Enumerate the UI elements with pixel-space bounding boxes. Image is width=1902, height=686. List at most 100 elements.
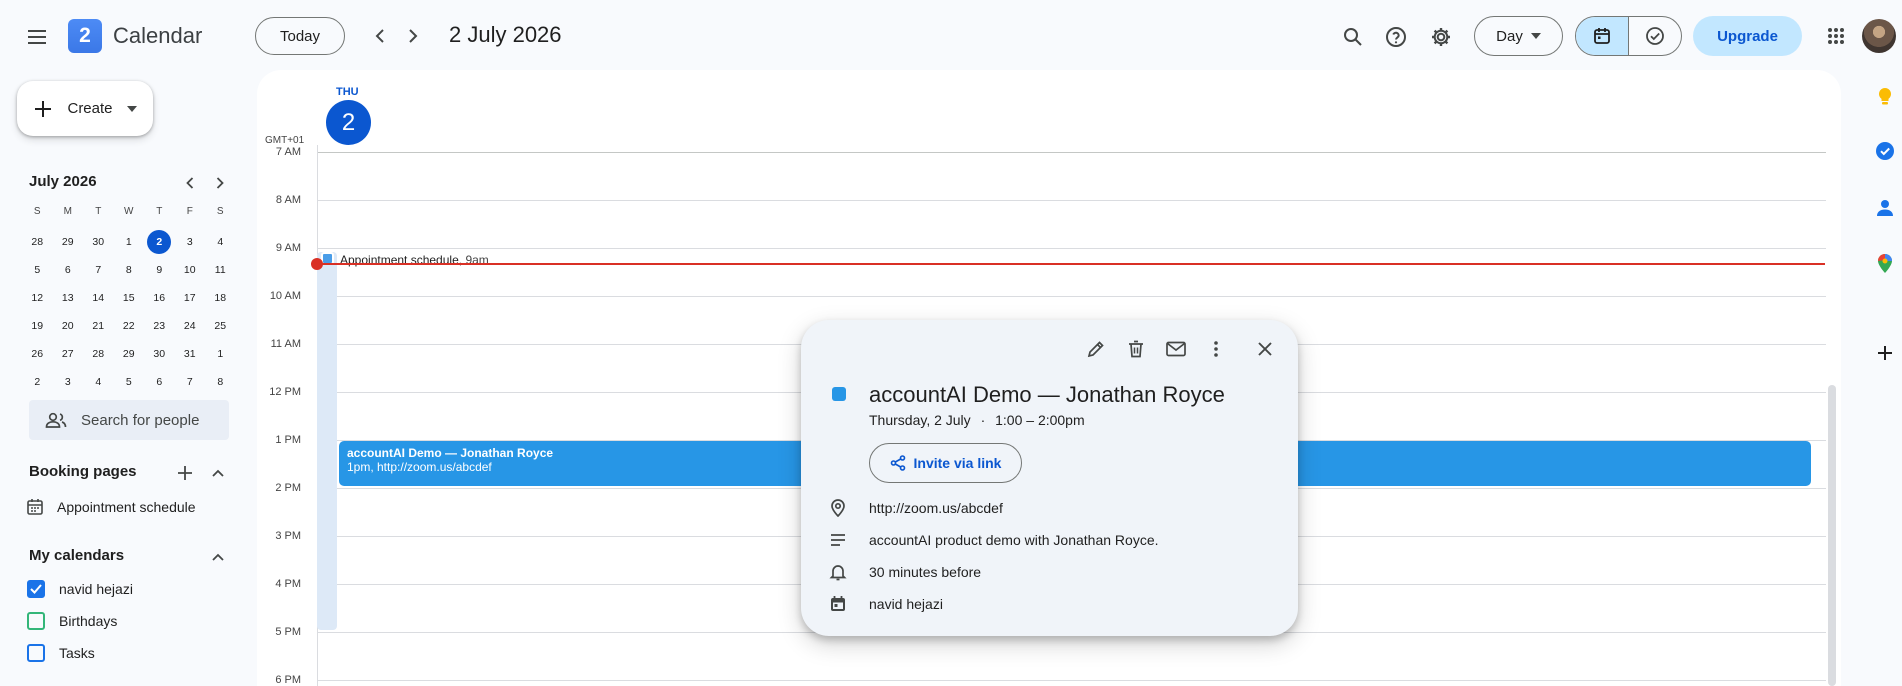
share-icon [890,455,905,471]
mini-day[interactable]: 9 [144,256,175,284]
mini-day[interactable]: 6 [53,256,84,284]
mini-day[interactable]: 28 [22,228,53,256]
upgrade-button[interactable]: Upgrade [1693,16,1802,56]
create-button[interactable]: Create [17,81,153,136]
mini-day[interactable]: 1 [114,228,145,256]
calendar-view-button[interactable] [1576,17,1629,55]
calendar-item[interactable]: Birthdays [27,612,117,630]
mini-day-number: 12 [31,292,44,304]
mini-prev-month-button[interactable] [178,171,202,195]
mini-day[interactable]: 2 [22,368,53,396]
mini-day[interactable]: 23 [144,312,175,340]
mini-day[interactable]: 2 [144,228,175,256]
mini-day[interactable]: 30 [144,340,175,368]
mini-day[interactable]: 4 [83,368,114,396]
mini-day[interactable]: 10 [175,256,206,284]
current-date-title: 2 July 2026 [449,22,562,47]
email-guests-button[interactable] [1159,332,1193,366]
settings-button[interactable] [1424,20,1458,54]
calendar-logo[interactable]: 2 [68,19,102,53]
calendar-checkbox[interactable] [27,644,45,662]
mini-day[interactable]: 22 [114,312,145,340]
mini-day[interactable]: 8 [205,368,236,396]
account-avatar[interactable] [1862,19,1896,53]
mini-day[interactable]: 20 [53,312,84,340]
tasks-button[interactable] [1872,138,1898,164]
calendar-item[interactable]: Tasks [27,644,95,662]
popup-location[interactable]: http://zoom.us/abcdef [869,500,1003,516]
mini-day[interactable]: 26 [22,340,53,368]
apps-button[interactable] [1819,19,1853,53]
mini-day[interactable]: 29 [53,228,84,256]
mini-day[interactable]: 21 [83,312,114,340]
menu-icon [28,30,46,44]
appointment-schedule-block[interactable] [317,252,337,630]
maps-button[interactable] [1872,251,1898,277]
mini-day[interactable]: 5 [114,368,145,396]
view-selector[interactable]: Day [1474,16,1563,56]
mini-day[interactable]: 30 [83,228,114,256]
main-menu-button[interactable] [20,20,54,54]
pencil-icon [1087,341,1104,358]
mini-day-number: 24 [183,320,196,332]
mini-day[interactable]: 3 [53,368,84,396]
close-popup-button[interactable] [1248,332,1282,366]
booking-item-appointment-schedule[interactable]: Appointment schedule [27,498,196,515]
add-booking-page-button[interactable] [173,461,197,485]
tasks-view-button[interactable] [1629,17,1681,55]
get-addons-button[interactable] [1872,340,1898,366]
search-people-field[interactable]: Search for people [29,400,229,440]
more-options-button[interactable] [1199,332,1233,366]
popup-description-row: accountAI product demo with Jonathan Roy… [829,531,1159,549]
mini-day-number: 1 [125,236,132,248]
mini-day[interactable]: 17 [175,284,206,312]
invite-via-link-button[interactable]: Invite via link [869,443,1022,483]
mini-day[interactable]: 13 [53,284,84,312]
mini-dow-label: T [156,205,163,217]
hour-label: 10 AM [269,290,301,302]
contacts-button[interactable] [1872,195,1898,221]
mini-day-number: 14 [92,292,105,304]
mini-day[interactable]: 24 [175,312,206,340]
collapse-booking-pages-button[interactable] [206,461,230,485]
mini-day[interactable]: 29 [114,340,145,368]
mini-day[interactable]: 25 [205,312,236,340]
mini-day[interactable]: 1 [205,340,236,368]
search-button[interactable] [1336,20,1370,54]
trash-icon [1129,340,1143,358]
mini-next-month-button[interactable] [208,171,232,195]
keep-button[interactable] [1872,84,1898,110]
mini-day-number: 3 [64,376,71,388]
mini-dow-label: S [216,205,224,217]
mini-day[interactable]: 15 [114,284,145,312]
mini-day[interactable]: 11 [205,256,236,284]
mini-day[interactable]: 31 [175,340,206,368]
day-number-button[interactable]: 2 [326,100,371,145]
previous-day-button[interactable] [364,20,396,52]
next-day-button[interactable] [397,20,429,52]
mini-day[interactable]: 4 [205,228,236,256]
help-button[interactable] [1379,20,1413,54]
collapse-my-calendars-button[interactable] [206,545,230,569]
calendar-checkbox[interactable] [27,612,45,630]
mini-day[interactable]: 6 [144,368,175,396]
mini-day[interactable]: 12 [22,284,53,312]
mini-day[interactable]: 3 [175,228,206,256]
mini-day[interactable]: 5 [22,256,53,284]
edit-event-button[interactable] [1079,332,1113,366]
mini-day[interactable]: 7 [175,368,206,396]
vertical-scrollbar[interactable] [1828,385,1836,686]
mini-day[interactable]: 7 [83,256,114,284]
calendar-item[interactable]: navid hejazi [27,580,133,598]
mini-day[interactable]: 16 [144,284,175,312]
mini-day[interactable]: 19 [22,312,53,340]
calendar-checkbox[interactable] [27,580,45,598]
today-button[interactable]: Today [255,17,345,55]
app-title: Calendar [113,23,203,48]
mini-day[interactable]: 8 [114,256,145,284]
mini-day[interactable]: 27 [53,340,84,368]
mini-day[interactable]: 28 [83,340,114,368]
mini-day[interactable]: 18 [205,284,236,312]
delete-event-button[interactable] [1119,332,1153,366]
mini-day[interactable]: 14 [83,284,114,312]
